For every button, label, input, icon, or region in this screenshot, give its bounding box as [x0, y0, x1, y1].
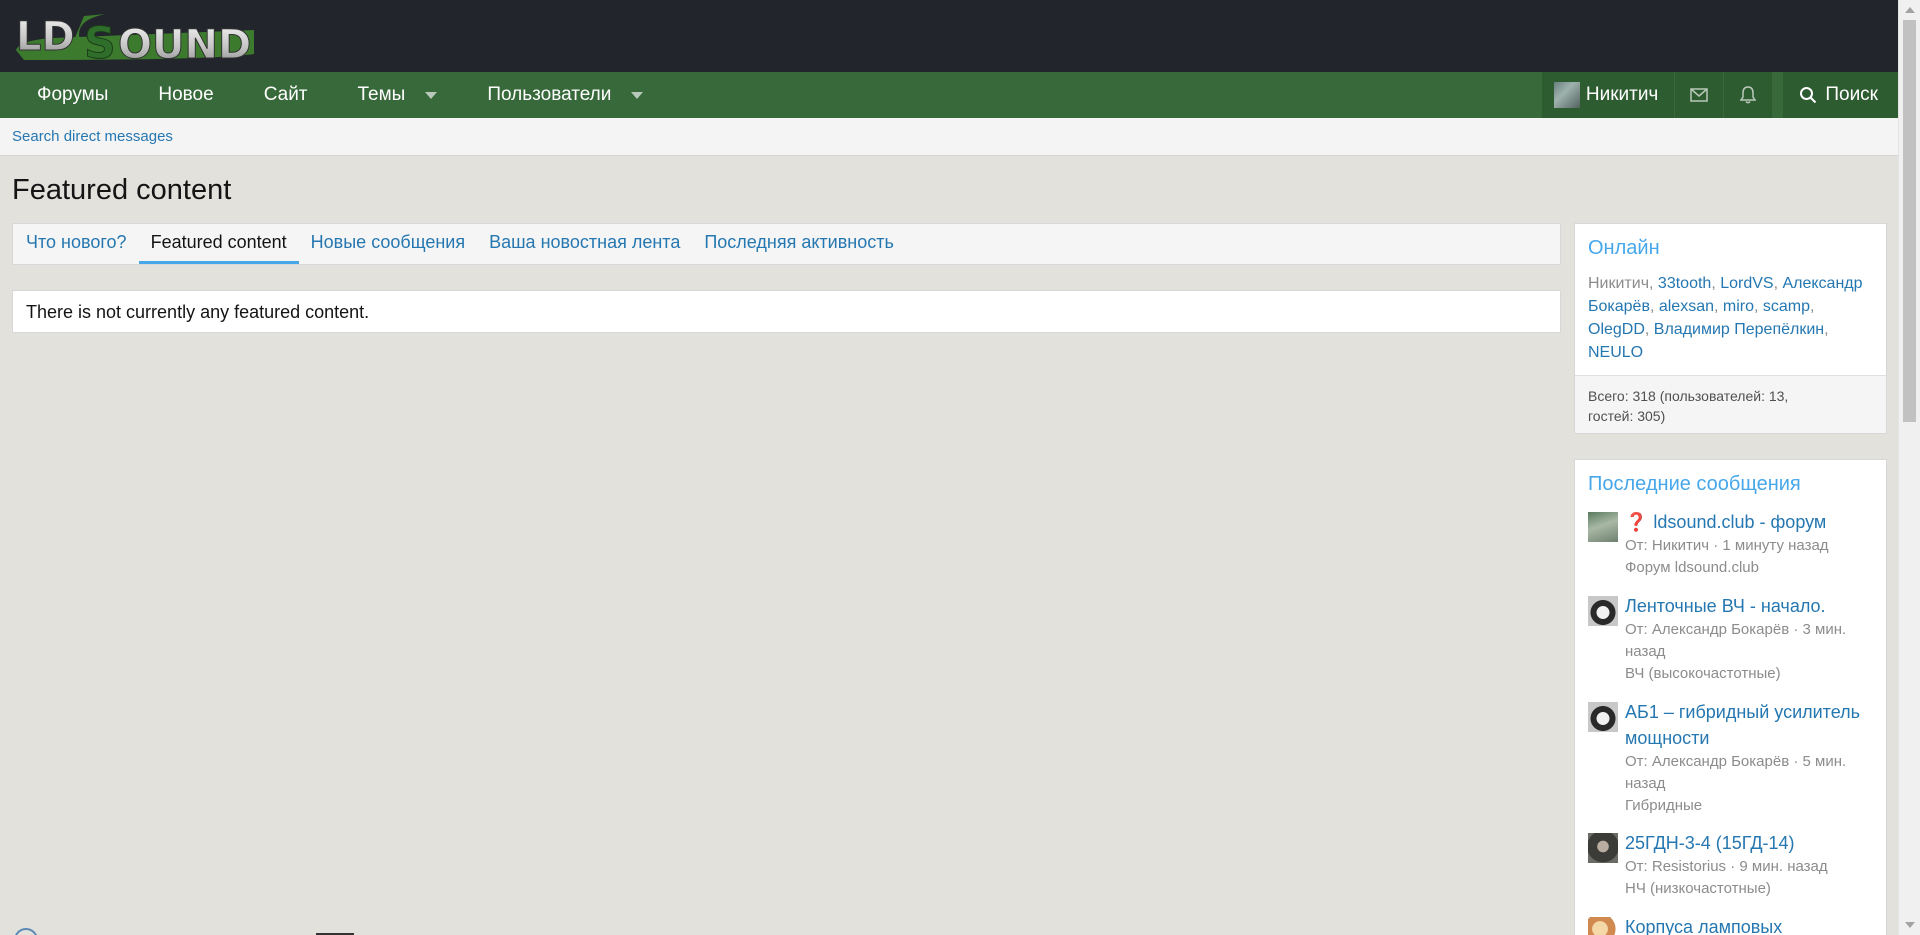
post-forum[interactable]: НЧ (низкочастотные): [1625, 878, 1878, 900]
list-item: Корпуса ламповых: [1588, 914, 1878, 935]
search-button[interactable]: Поиск: [1783, 72, 1898, 118]
nav-forums[interactable]: Форумы: [0, 72, 133, 118]
online-user[interactable]: miro: [1723, 298, 1754, 315]
svg-text:OUND: OUND: [118, 22, 251, 64]
post-forum[interactable]: ВЧ (высокочастотные): [1625, 663, 1878, 685]
online-user[interactable]: 33tooth: [1658, 275, 1711, 292]
online-block-title[interactable]: Онлайн: [1575, 224, 1886, 260]
online-user-self[interactable]: Никитич: [1588, 275, 1649, 292]
latest-posts-block: Последние сообщения ❓ ldsound.club - фору…: [1574, 459, 1887, 935]
nav-topics-label: Темы: [357, 84, 406, 105]
online-user[interactable]: LordVS: [1720, 275, 1773, 292]
nav-users-label: Пользователи: [487, 84, 612, 105]
list-item: Ленточные ВЧ - начало. От: Александр Бок…: [1588, 593, 1878, 685]
page-title: Featured content: [12, 174, 232, 206]
online-totals-line: гостей: 305): [1588, 408, 1666, 424]
post-meta: От: Resistorius · 9 мин. назад: [1625, 858, 1828, 875]
post-forum[interactable]: Гибридные: [1625, 795, 1878, 817]
list-item: ❓ ldsound.club - форум От: Никитич · 1 ми…: [1588, 509, 1878, 579]
online-totals: Всего: 318 (пользователей: 13, гостей: 3…: [1575, 375, 1886, 433]
online-user[interactable]: scamp: [1763, 298, 1810, 315]
latest-posts-title-link[interactable]: Последние сообщения: [1588, 473, 1801, 495]
nav-topics[interactable]: Темы: [333, 72, 463, 118]
scroll-down-icon[interactable]: [1905, 922, 1915, 928]
tab-new-posts[interactable]: Новые сообщения: [299, 224, 477, 264]
account-menu-button[interactable]: Никитич: [1541, 72, 1675, 118]
alerts-button[interactable]: [1724, 72, 1773, 118]
logo-graphic: LD S OUND: [16, 14, 254, 70]
tab-latest-activity[interactable]: Последняя активность: [692, 224, 906, 264]
scroll-up-icon[interactable]: [1905, 7, 1915, 13]
online-totals-line: Всего: 318 (пользователей: 13,: [1588, 388, 1789, 404]
post-title-link[interactable]: 25ГДН-3-4 (15ГД-14): [1625, 830, 1878, 856]
main-nav: Форумы Новое Сайт Темы Пользователи Ники…: [0, 72, 1898, 118]
nav-site-label: Сайт: [263, 84, 308, 105]
online-user[interactable]: alexsan: [1659, 298, 1714, 315]
nav-new[interactable]: Новое: [133, 72, 238, 118]
site-logo[interactable]: LD S OUND: [14, 10, 260, 70]
online-title-link[interactable]: Онлайн: [1588, 237, 1660, 259]
whats-new-tabs: Что нового? Featured content Новые сообщ…: [12, 223, 1561, 265]
question-icon: ❓: [1625, 512, 1648, 532]
avatar[interactable]: [1588, 833, 1618, 863]
search-icon: [1800, 87, 1817, 104]
post-meta: От: Александр Бокарёв · 3 мин. назад: [1625, 621, 1847, 660]
site-header: LD S OUND: [0, 0, 1898, 72]
tab-whats-new[interactable]: Что нового?: [14, 224, 139, 264]
avatar[interactable]: [1588, 702, 1618, 732]
post-title-link[interactable]: Ленточные ВЧ - начало.: [1625, 593, 1878, 619]
tab-featured-content[interactable]: Featured content: [138, 224, 299, 264]
svg-text:S: S: [84, 18, 116, 64]
nav-users[interactable]: Пользователи: [462, 72, 668, 118]
list-item: 25ГДН-3-4 (15ГД-14) От: Resistorius · 9 …: [1588, 830, 1878, 900]
nav-account-area: Никитич Поиск: [1541, 72, 1898, 118]
avatar[interactable]: [1588, 917, 1618, 935]
avatar: [1553, 82, 1580, 108]
floating-widget-button[interactable]: [14, 928, 38, 935]
svg-text:LD: LD: [16, 14, 75, 60]
search-label: Поиск: [1825, 84, 1878, 105]
post-forum[interactable]: Форум ldsound.club: [1625, 557, 1878, 579]
chevron-down-icon[interactable]: [425, 91, 438, 99]
avatar[interactable]: [1588, 512, 1618, 542]
online-user[interactable]: OlegDD: [1588, 321, 1645, 338]
post-title-text: ldsound.club - форум: [1653, 512, 1827, 532]
chevron-down-icon[interactable]: [631, 91, 644, 99]
online-users-list: Никитич, 33tooth, LordVS, Александр Бока…: [1588, 275, 1863, 361]
avatar[interactable]: [1588, 596, 1618, 626]
post-meta: От: Александр Бокарёв · 5 мин. назад: [1625, 753, 1847, 792]
tab-news-feed[interactable]: Ваша новостная лента: [477, 224, 692, 264]
account-username: Никитич: [1585, 84, 1659, 105]
online-user[interactable]: Владимир Перепёлкин: [1654, 321, 1824, 338]
nav-new-label: Новое: [158, 84, 214, 105]
online-users-block: Онлайн Никитич, 33tooth, LordVS, Алексан…: [1574, 223, 1887, 434]
post-title-link[interactable]: ❓ ldsound.club - форум: [1625, 509, 1878, 535]
sub-nav: Search direct messages: [0, 118, 1898, 156]
post-title-link[interactable]: Корпуса ламповых: [1625, 914, 1878, 935]
nav-forums-label: Форумы: [37, 84, 109, 105]
list-item: АБ1 – гибридный усилитель мощности От: А…: [1588, 699, 1878, 817]
scrollbar-thumb[interactable]: [1903, 20, 1916, 422]
post-meta: От: Никитич · 1 минуту назад: [1625, 537, 1829, 554]
search-direct-messages-link[interactable]: Search direct messages: [12, 128, 173, 145]
post-title-link[interactable]: АБ1 – гибридный усилитель мощности: [1625, 699, 1878, 751]
bell-icon: [1740, 86, 1757, 104]
nav-site[interactable]: Сайт: [239, 72, 333, 118]
empty-content-notice: There is not currently any featured cont…: [12, 290, 1561, 333]
envelope-icon: [1690, 88, 1709, 102]
online-user[interactable]: NEULO: [1588, 344, 1643, 361]
latest-posts-title: Последние сообщения: [1575, 460, 1886, 496]
inbox-button[interactable]: [1675, 72, 1724, 118]
page-scrollbar[interactable]: [1898, 0, 1920, 935]
